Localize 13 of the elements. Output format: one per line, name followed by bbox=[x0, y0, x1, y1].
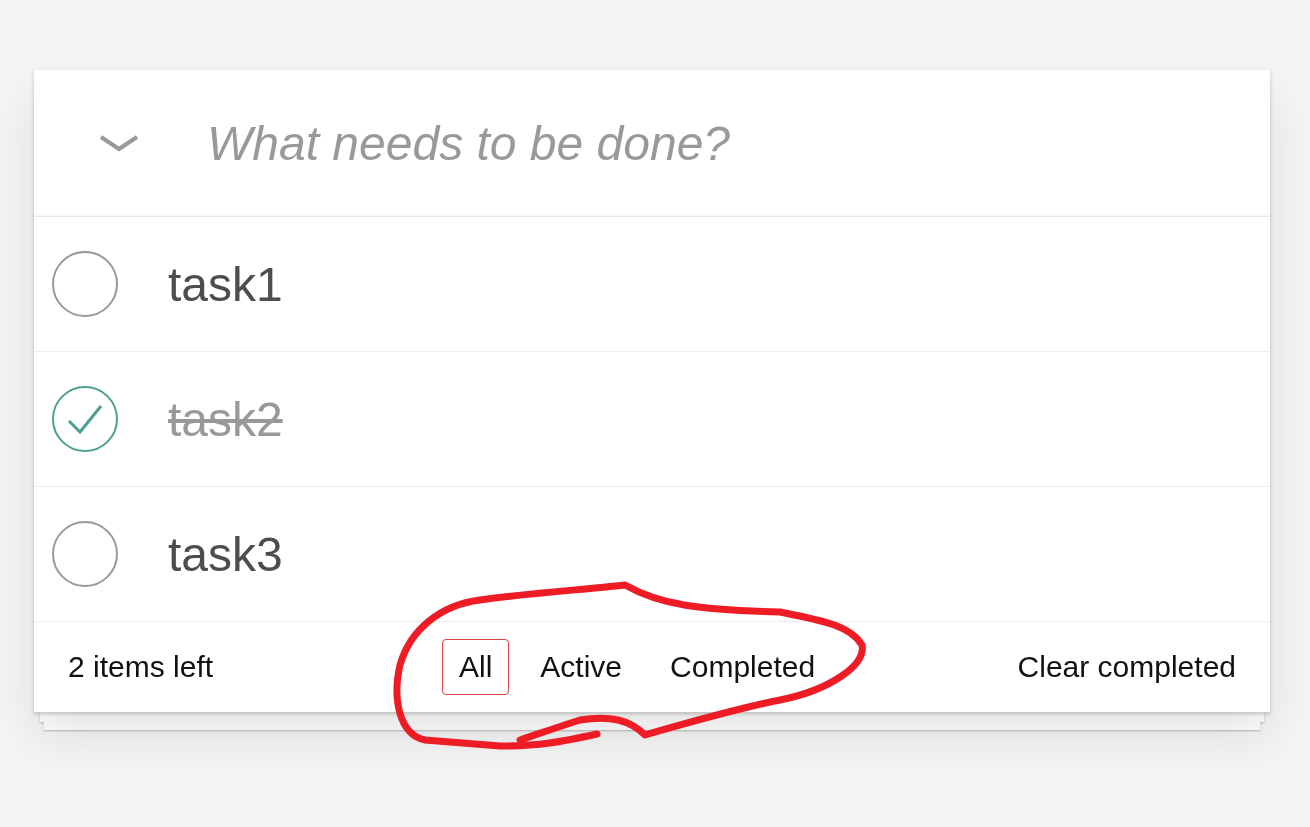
todo-checkbox[interactable] bbox=[52, 386, 118, 452]
todo-checkbox[interactable] bbox=[52, 251, 118, 317]
todo-checkbox[interactable] bbox=[52, 521, 118, 587]
filter-link[interactable]: All bbox=[442, 639, 510, 695]
clear-completed-button[interactable]: Clear completed bbox=[1017, 650, 1236, 684]
filter-link[interactable]: Completed bbox=[653, 639, 833, 695]
items-left-count: 2 items left bbox=[68, 650, 215, 684]
todo-label: task1 bbox=[168, 256, 283, 312]
filter-link[interactable]: Active bbox=[523, 639, 640, 695]
chevron-down-icon[interactable] bbox=[99, 133, 139, 153]
todo-label: task3 bbox=[168, 526, 283, 582]
todo-label: task2 bbox=[168, 391, 283, 447]
new-todo-field[interactable]: What needs to be done? bbox=[205, 114, 1250, 172]
